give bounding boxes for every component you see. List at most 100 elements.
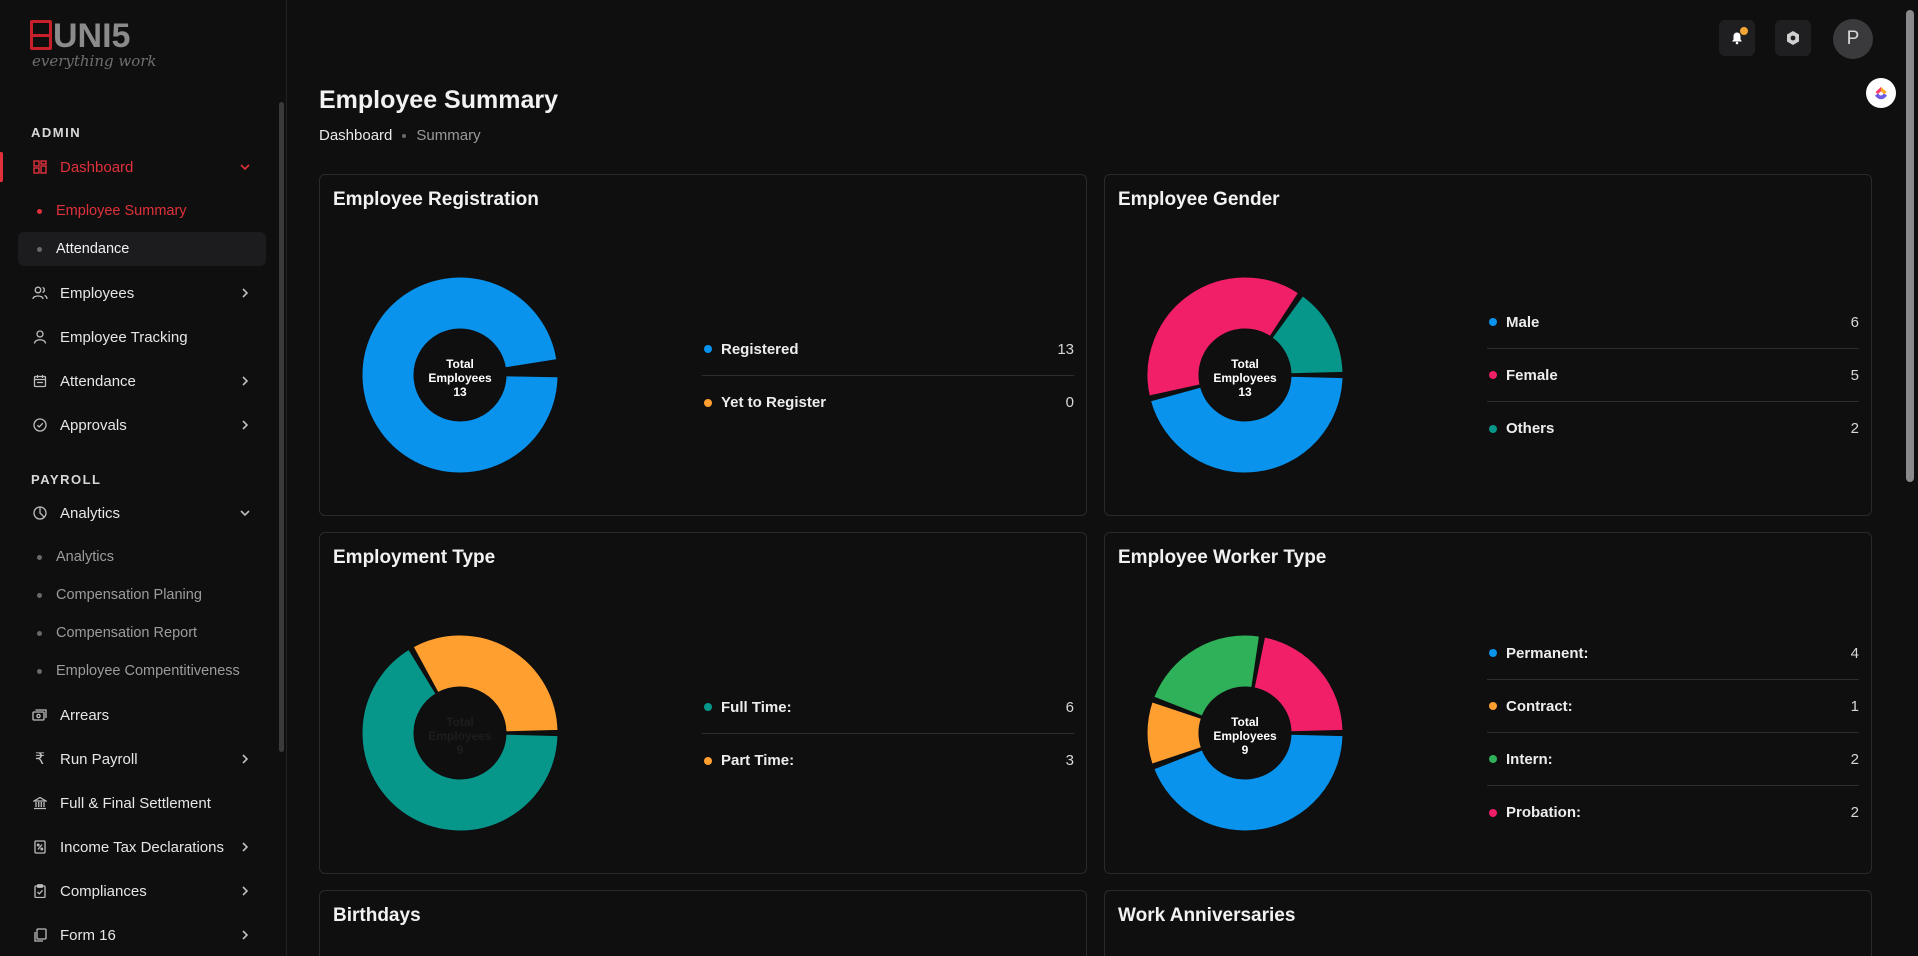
legend-item-yet-to-register[interactable]: Yet to Register 0 <box>702 376 1074 429</box>
copy-document-icon <box>32 927 48 943</box>
legend-dot-icon <box>1489 371 1497 379</box>
assistant-logo-icon <box>1875 87 1887 100</box>
check-circle-icon <box>32 417 48 433</box>
sidebar-subitem-label: Employee Compentitiveness <box>56 663 240 679</box>
card-title: Employment Type <box>333 547 496 568</box>
user-icon <box>32 329 48 345</box>
sidebar-item-employee-tracking[interactable]: Employee Tracking <box>18 319 266 355</box>
sidebar-item-label: Employees <box>60 284 135 302</box>
sidebar-item-dashboard[interactable]: Dashboard <box>18 149 266 185</box>
donut-chart-employment-type[interactable]: Total Employees 9 <box>360 633 560 833</box>
legend-dot-icon <box>1489 808 1497 817</box>
sidebar-item-attendance[interactable]: Attendance <box>18 363 266 399</box>
chevron-down-icon <box>240 510 250 517</box>
page-title: Employee Summary <box>319 86 558 114</box>
chevron-right-icon <box>242 288 249 298</box>
sidebar-item-employees[interactable]: Employees <box>18 275 266 311</box>
legend-item-part-time[interactable]: Part Time: 3 <box>702 734 1074 787</box>
donut-chart-registration[interactable]: Total Employees 13 <box>360 275 560 475</box>
clickup-assistant-button[interactable] <box>1866 78 1896 108</box>
brand-logo[interactable]: UNI5 everything work <box>30 19 160 78</box>
donut-center-total: 13 <box>453 385 467 399</box>
sidebar-subitem-compensation-report[interactable]: Compensation Report <box>18 616 266 650</box>
legend-label: Contract: <box>1506 697 1573 715</box>
sidebar-item-label: Dashboard <box>60 158 134 176</box>
legend-item-male[interactable]: Male 6 <box>1487 296 1859 349</box>
legend-value: 0 <box>1065 394 1074 411</box>
sidebar-subitem-employee-competitiveness[interactable]: Employee Compentitiveness <box>18 654 266 688</box>
sidebar-subitem-label: Employee Summary <box>56 203 187 219</box>
legend-label: Intern: <box>1506 750 1553 768</box>
legend-label: Full Time: <box>721 698 792 716</box>
bullet-icon <box>37 555 42 560</box>
sidebar-item-compliances[interactable]: Compliances <box>18 873 266 909</box>
users-icon <box>32 285 48 301</box>
bullet-icon <box>37 631 42 636</box>
page-scrollbar[interactable] <box>1906 10 1914 482</box>
sidebar-item-label: Arrears <box>60 706 110 724</box>
settings-button[interactable] <box>1775 20 1811 56</box>
sidebar-subitem-compensation-planing[interactable]: Compensation Planing <box>18 578 266 612</box>
legend-item-contract[interactable]: Contract: 1 <box>1487 680 1859 733</box>
sidebar-item-approvals[interactable]: Approvals <box>18 407 266 443</box>
sidebar-subitem-label: Analytics <box>56 549 115 565</box>
sidebar-subitem-label: Compensation Report <box>56 625 198 641</box>
donut-slice-part-time[interactable] <box>412 634 559 733</box>
legend-item-probation[interactable]: Probation: 2 <box>1487 786 1859 839</box>
sidebar-item-analytics[interactable]: Analytics <box>18 495 266 531</box>
sidebar-item-arrears[interactable]: Arrears <box>18 697 266 733</box>
sidebar-item-income-tax-declarations[interactable]: Income Tax Declarations <box>18 829 266 865</box>
legend-item-intern[interactable]: Intern: 2 <box>1487 733 1859 786</box>
legend-dot-icon <box>704 345 712 353</box>
breadcrumb-dashboard-link[interactable]: Dashboard <box>319 127 392 144</box>
active-indicator <box>0 152 3 182</box>
card-work-anniversaries: Work Anniversaries <box>1104 890 1872 956</box>
legend-value: 2 <box>1850 750 1859 768</box>
legend-item-permanent[interactable]: Permanent: 4 <box>1487 627 1859 680</box>
legend-item-female[interactable]: Female 5 <box>1487 349 1859 402</box>
sidebar-item-label: Income Tax Declarations <box>60 838 224 856</box>
sidebar-item-run-payroll[interactable]: ₹ Run Payroll <box>18 741 266 777</box>
donut-chart-worker-type[interactable]: Total Employees 9 <box>1145 633 1345 833</box>
card-employment-type: Employment Type Total Employees 9 Full T… <box>319 532 1087 874</box>
donut-chart-gender[interactable]: Total Employees 13 <box>1145 275 1345 475</box>
legend: Permanent: 4 Contract: 1 Intern: 2 Proba… <box>1487 627 1859 839</box>
bullet-icon <box>37 669 42 674</box>
legend-item-registered[interactable]: Registered 13 <box>702 323 1074 376</box>
sidebar-item-form-16[interactable]: Form 16 <box>18 917 266 953</box>
legend-item-full-time[interactable]: Full Time: 6 <box>702 681 1074 734</box>
card-title: Employee Worker Type <box>1118 547 1327 568</box>
notification-badge <box>1740 27 1748 35</box>
sidebar-item-label: Run Payroll <box>60 750 138 768</box>
legend: Full Time: 6 Part Time: 3 <box>702 681 1074 787</box>
legend-label: Female <box>1506 366 1558 384</box>
legend-item-others[interactable]: Others 2 <box>1487 402 1859 455</box>
chevron-right-icon <box>242 754 249 764</box>
card-title: Birthdays <box>333 905 421 926</box>
sidebar-subitem-analytics[interactable]: Analytics <box>18 540 266 574</box>
donut-center-total: 13 <box>1238 385 1252 399</box>
section-label-payroll: PAYROLL <box>31 472 102 487</box>
sidebar-subitem-label: Attendance <box>56 241 130 257</box>
sidebar-subitem-employee-summary[interactable]: Employee Summary <box>18 194 266 228</box>
legend-label: Others <box>1506 420 1555 437</box>
donut-center-label: Employees <box>1213 729 1277 743</box>
legend: Male 6 Female 5 Others 2 <box>1487 296 1859 455</box>
sidebar-scrollbar[interactable] <box>279 102 284 752</box>
donut-slice-probation[interactable] <box>1253 636 1344 733</box>
legend-label: Probation: <box>1506 804 1581 821</box>
legend-value: 5 <box>1850 366 1859 384</box>
donut-slice-intern[interactable] <box>1153 634 1260 717</box>
chevron-right-icon <box>242 886 249 896</box>
banknote-icon <box>32 707 48 723</box>
avatar[interactable]: P <box>1833 19 1873 59</box>
donut-center-label: Total <box>1231 715 1259 729</box>
sidebar-subitem-attendance[interactable]: Attendance <box>18 232 266 266</box>
legend-value: 1 <box>1850 697 1859 715</box>
legend-value: 13 <box>1057 340 1074 358</box>
notifications-button[interactable] <box>1719 20 1755 56</box>
legend: Registered 13 Yet to Register 0 <box>702 323 1074 429</box>
sidebar-subitem-label: Compensation Planing <box>56 587 202 603</box>
sidebar-item-full-final-settlement[interactable]: Full & Final Settlement <box>18 785 266 821</box>
legend-dot-icon <box>704 703 712 711</box>
